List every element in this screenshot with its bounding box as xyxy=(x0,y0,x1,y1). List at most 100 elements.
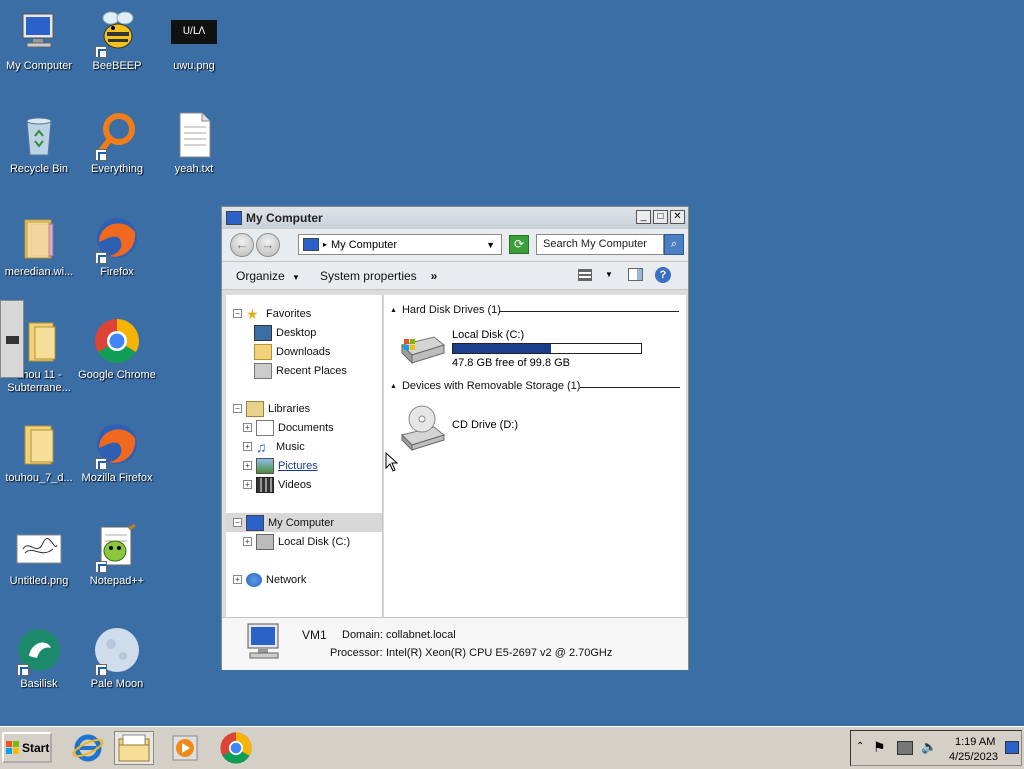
desktop-icon-untitled-png[interactable]: Untitled.png xyxy=(0,515,78,588)
system-properties-button[interactable]: System properties xyxy=(320,269,417,283)
system-tray: ⌃ ⚑ 🔈 1:19 AM 4/25/2023 xyxy=(850,730,1022,766)
help-icon[interactable]: ? xyxy=(655,267,671,283)
processor-label: Processor: xyxy=(330,647,383,659)
desktop-icon-uwu-png[interactable]: ᑌ/ᒪᐱ uwu.png xyxy=(155,0,233,73)
clock-date[interactable]: 4/25/2023 xyxy=(949,751,998,763)
expand-icon[interactable]: + xyxy=(243,537,252,546)
nav-desktop[interactable]: Desktop xyxy=(226,323,382,342)
basilisk-icon xyxy=(15,626,63,676)
desktop-icon-label: Google Chrome xyxy=(78,369,156,381)
desktop-icon xyxy=(254,324,272,341)
desktop-icon-my-computer[interactable]: My Computer xyxy=(0,0,78,73)
show-hidden-icons-button[interactable]: ⌃ xyxy=(856,741,864,752)
view-options-icon[interactable] xyxy=(578,269,592,281)
text-file-icon xyxy=(170,111,218,159)
nav-libraries[interactable]: − Libraries xyxy=(226,399,382,418)
disk-usage-fill xyxy=(453,344,551,353)
nav-network[interactable]: + Network xyxy=(226,570,382,589)
recent-places-icon xyxy=(254,362,272,379)
chevron-down-icon[interactable]: ▼ xyxy=(605,270,613,279)
preview-pane-icon[interactable] xyxy=(628,268,643,281)
desktop-icon-label: Basilisk xyxy=(20,678,58,690)
collapse-icon[interactable]: − xyxy=(233,404,242,413)
desktop-icon-basilisk[interactable]: Basilisk xyxy=(0,618,78,691)
organize-menu[interactable]: Organize ▼ xyxy=(236,269,300,283)
desktop-icon-label: BeeBEEP xyxy=(92,60,142,72)
group-header-hard-disk-drives[interactable]: ▲ Hard Disk Drives (1) xyxy=(390,304,501,316)
taskbar-windows-explorer[interactable] xyxy=(114,731,154,765)
nav-local-disk[interactable]: + Local Disk (C:) xyxy=(226,532,382,551)
chevron-down-icon[interactable]: ▼ xyxy=(486,240,495,250)
desktop-icon-google-chrome[interactable]: Google Chrome xyxy=(78,309,156,382)
side-keyboard-tab[interactable] xyxy=(0,300,24,378)
desktop-icon-recycle-bin[interactable]: Recycle Bin xyxy=(0,103,78,176)
taskbar-internet-explorer[interactable] xyxy=(68,731,108,765)
desktop-icon-label: Pale Moon xyxy=(90,678,144,690)
group-header-removable-storage[interactable]: ▲ Devices with Removable Storage (1) xyxy=(390,380,580,392)
more-commands-button[interactable]: » xyxy=(431,269,438,283)
taskbar-google-chrome[interactable] xyxy=(216,731,256,765)
search-input[interactable]: Search My Computer xyxy=(536,234,664,255)
pale-moon-icon xyxy=(93,626,141,676)
navigation-pane[interactable]: − ★ Favorites Desktop Downloads Recent P… xyxy=(226,295,383,617)
content-pane[interactable]: ▲ Hard Disk Drives (1) Local Disk (C:) 4… xyxy=(384,295,686,617)
collapse-icon[interactable]: − xyxy=(233,518,242,527)
desktop-icon-pale-moon[interactable]: Pale Moon xyxy=(78,618,156,691)
desktop-icon-beebeep[interactable]: BeeBEEP xyxy=(78,0,156,73)
taskbar-media-player[interactable] xyxy=(164,731,204,765)
expand-icon[interactable]: + xyxy=(243,480,252,489)
cd-drive-item[interactable]: CD Drive (D:) xyxy=(398,405,598,453)
chevron-down-icon: ▼ xyxy=(292,272,300,282)
my-computer-window[interactable]: My Computer _ □ ✕ ← → ▸ My Computer ▼ ⟳ … xyxy=(221,206,689,670)
minimize-button[interactable]: _ xyxy=(636,210,651,224)
nav-pictures[interactable]: + Pictures xyxy=(226,456,382,475)
maximize-button[interactable]: □ xyxy=(653,210,668,224)
expand-icon[interactable]: + xyxy=(243,442,252,451)
collapse-arrow-icon[interactable]: ▲ xyxy=(390,383,397,390)
desktop-icon-meredian[interactable]: meredian.wi... xyxy=(0,206,78,279)
address-field[interactable]: ▸ My Computer ▼ xyxy=(298,234,502,255)
start-button[interactable]: Start xyxy=(2,732,52,763)
collapse-icon[interactable]: − xyxy=(233,309,242,318)
nav-my-computer[interactable]: − My Computer xyxy=(226,513,382,532)
image-file-icon: ᑌ/ᒪᐱ xyxy=(170,8,218,56)
desktop-icon-touhou-7[interactable]: touhou_7_d... xyxy=(0,412,78,485)
close-button[interactable]: ✕ xyxy=(670,210,685,224)
window-title: My Computer xyxy=(246,211,323,225)
desktop-icon-mozilla-firefox[interactable]: Mozilla Firefox xyxy=(78,412,156,485)
expand-icon[interactable]: + xyxy=(243,461,252,470)
volume-muted-icon[interactable]: 🔈 xyxy=(921,739,937,755)
nav-videos[interactable]: + Videos xyxy=(226,475,382,494)
nav-favorites[interactable]: − ★ Favorites xyxy=(226,304,382,323)
desktop-icon-label: Firefox xyxy=(100,266,134,278)
local-disk-name: Local Disk (C:) xyxy=(452,329,525,341)
desktop-icon-notepad-plus-plus[interactable]: Notepad++ xyxy=(78,515,156,588)
network-status-icon[interactable] xyxy=(897,741,913,755)
nav-music[interactable]: + ♫ Music xyxy=(226,437,382,456)
desktop-icon-yeah-txt[interactable]: yeah.txt xyxy=(155,103,233,176)
shortcut-arrow-icon xyxy=(95,458,107,470)
refresh-button[interactable]: ⟳ xyxy=(509,235,529,254)
expand-icon[interactable]: + xyxy=(243,423,252,432)
desktop-icon-label: uwu.png xyxy=(173,60,215,72)
desktop-icon-firefox[interactable]: Firefox xyxy=(78,206,156,279)
shortcut-arrow-icon xyxy=(95,664,107,676)
action-center-flag-icon[interactable]: ⚑ xyxy=(873,739,886,756)
desktop-icon-label: My Computer xyxy=(5,60,73,72)
nav-documents[interactable]: + Documents xyxy=(226,418,382,437)
computer-icon xyxy=(303,238,319,251)
desktop-icon-everything[interactable]: Everything xyxy=(78,103,156,176)
documents-icon xyxy=(256,419,274,436)
search-button[interactable]: ⌕ xyxy=(664,234,684,255)
nav-recent-places[interactable]: Recent Places xyxy=(226,361,382,380)
collapse-arrow-icon[interactable]: ▲ xyxy=(390,307,397,314)
show-desktop-icon[interactable] xyxy=(1005,741,1019,754)
back-button[interactable]: ← xyxy=(230,233,254,257)
expand-icon[interactable]: + xyxy=(233,575,242,584)
local-disk-free: 47.8 GB free of 99.8 GB xyxy=(452,357,571,369)
nav-downloads[interactable]: Downloads xyxy=(226,342,382,361)
local-disk-item[interactable]: Local Disk (C:) 47.8 GB free of 99.8 GB xyxy=(398,329,678,369)
window-titlebar[interactable]: My Computer _ □ ✕ xyxy=(222,207,688,229)
clock-time[interactable]: 1:19 AM xyxy=(955,736,995,748)
forward-button[interactable]: → xyxy=(256,233,280,257)
